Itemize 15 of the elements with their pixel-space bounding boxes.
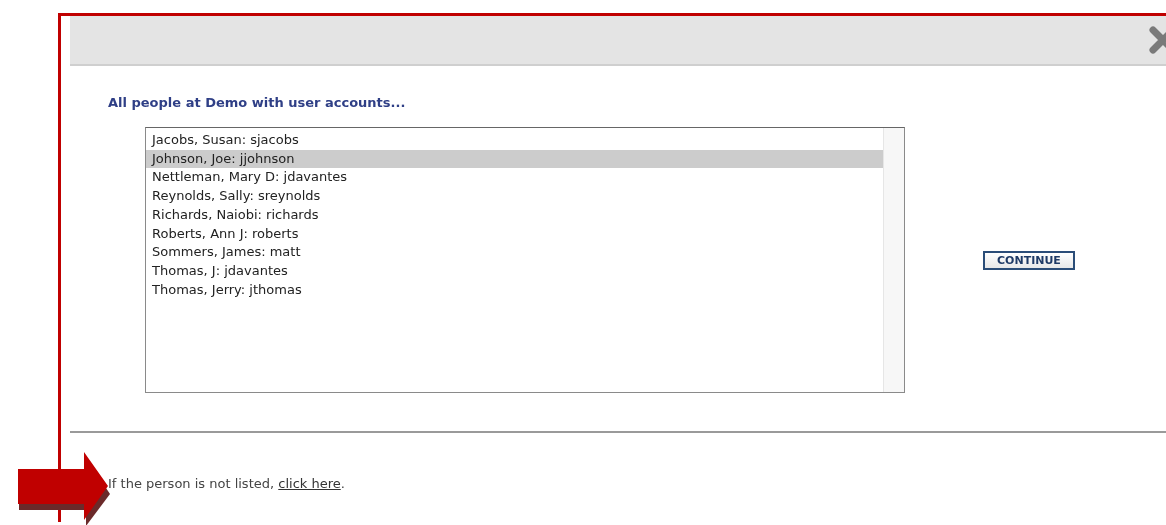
list-item[interactable]: Reynolds, Sally: sreynolds [146, 187, 883, 206]
list-item[interactable]: Roberts, Ann J: roberts [146, 224, 883, 244]
footer-text: If the person is not listed, click here. [108, 476, 345, 491]
list-item[interactable]: Thomas, J: jdavantes [146, 261, 883, 281]
continue-button[interactable]: CONTINUE [983, 250, 1075, 270]
list-item[interactable]: Johnson, Joe: jjohnson [146, 149, 883, 169]
list-item[interactable]: Richards, Naiobi: richards [146, 205, 883, 225]
click-here-link[interactable]: click here [278, 476, 341, 491]
dialog-heading: All people at Demo with user accounts... [108, 95, 407, 110]
scrollbar[interactable] [883, 128, 904, 392]
people-listbox[interactable] [145, 127, 905, 393]
list-item[interactable]: Thomas, Jerry: jthomas [146, 280, 883, 300]
list-item[interactable]: Nettleman, Mary D: jdavantes [146, 168, 883, 188]
list-item[interactable]: Jacobs, Susan: sjacobs [146, 131, 883, 150]
list-item[interactable]: Sommers, James: matt [146, 243, 883, 262]
